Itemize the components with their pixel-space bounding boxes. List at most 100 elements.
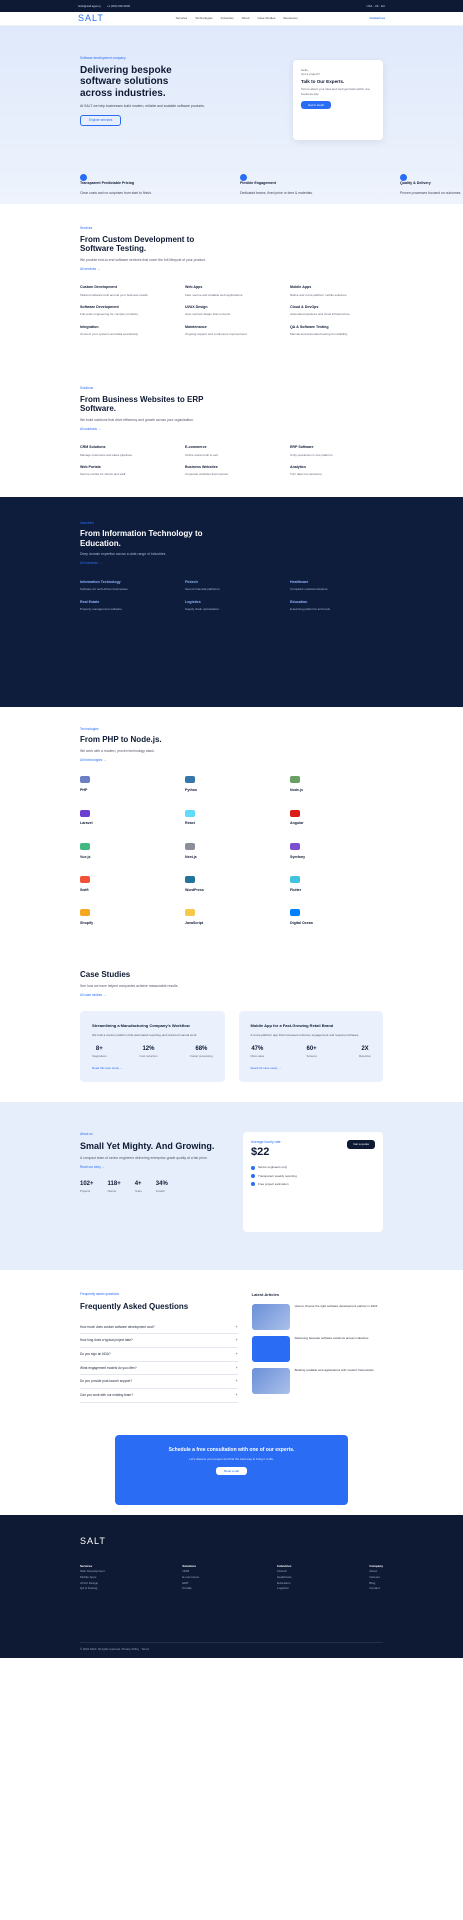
technology-item[interactable]: JavaScript xyxy=(185,908,278,928)
technology-item[interactable]: Digital Ocean xyxy=(290,908,383,928)
technology-item[interactable]: WordPress xyxy=(185,875,278,895)
solutions-item[interactable]: CRM Solutions Manage customers and sales … xyxy=(80,445,173,457)
get-quote-button[interactable]: Get a quote xyxy=(347,1140,375,1149)
services-item-text: Automated pipelines and cloud infrastruc… xyxy=(290,312,351,317)
solutions-item-title: Analytics xyxy=(290,465,306,469)
nav-link[interactable]: Resources xyxy=(283,16,297,20)
services-item[interactable]: Integration Connect your systems and data… xyxy=(80,325,173,337)
faq-item[interactable]: What engagement models do you offer? + xyxy=(80,1362,238,1376)
phone-link[interactable]: +1 (000) 000-0000 xyxy=(107,4,130,8)
article-item[interactable]: How to choose the right software develop… xyxy=(251,1304,383,1331)
stat-label: More sales xyxy=(250,1054,265,1059)
faq-item[interactable]: Can you work with our existing team? + xyxy=(80,1389,238,1403)
services-item[interactable]: Cloud & DevOps Automated pipelines and cl… xyxy=(290,305,383,317)
case-link[interactable]: Read full case study → xyxy=(251,1066,372,1070)
services-item[interactable]: Software Development Full-cycle engineeri… xyxy=(80,305,173,317)
cta-banner: Schedule a free consultation with one of… xyxy=(115,1434,348,1505)
solutions-item[interactable]: ERP Software Unify operations in one plat… xyxy=(290,445,383,457)
article-item[interactable]: Delivering bespoke software solutions ac… xyxy=(251,1336,383,1363)
technology-item[interactable]: Python xyxy=(185,776,278,795)
hero-text: At SALT we help businesses build modern,… xyxy=(80,104,205,109)
check-icon xyxy=(80,173,87,181)
faq-item[interactable]: How long does a typical project take? + xyxy=(80,1334,238,1348)
stat-label: Integrations xyxy=(92,1054,107,1059)
book-call-button[interactable]: Book a call xyxy=(216,1467,247,1476)
nav-link[interactable]: About xyxy=(242,16,250,20)
stat-value: 68% xyxy=(195,1046,208,1053)
industries-item[interactable]: Logistics Supply chain optimisation. xyxy=(185,600,278,612)
technology-item[interactable]: Symfony xyxy=(290,842,383,862)
footer-link[interactable]: Logistics xyxy=(277,1586,292,1592)
logo[interactable]: SALT xyxy=(78,12,104,25)
technology-item[interactable]: Flutter xyxy=(290,875,383,895)
industries-item[interactable]: Fintech Secure financial platforms. xyxy=(185,580,278,592)
technology-name: JavaScript xyxy=(185,920,204,925)
solutions-item[interactable]: E-commerce Online stores built to sell. xyxy=(185,445,278,457)
all-services-link[interactable]: All services → xyxy=(80,267,383,272)
case-card: Streamlining a Manufacturing Company's W… xyxy=(80,1011,225,1083)
services-item-title: QA & Software Testing xyxy=(290,324,329,329)
contact-button[interactable]: Contact us xyxy=(369,16,385,20)
industries-item[interactable]: Healthcare Compliant medical solutions. xyxy=(290,580,383,592)
technology-logo-icon xyxy=(290,908,300,916)
footer-link[interactable]: Healthcare xyxy=(277,1575,292,1581)
all-industries-link[interactable]: All industries → xyxy=(80,561,383,566)
faq-item[interactable]: How much does custom software developmen… xyxy=(80,1321,238,1335)
plus-icon: + xyxy=(235,1338,238,1343)
technology-item[interactable]: Node.js xyxy=(290,776,383,795)
nav-link[interactable]: Case Studies xyxy=(258,16,276,20)
hero-feature: Flexible Engagement Dedicated teams, fixe… xyxy=(240,173,390,196)
about-stat: 4+ Years xyxy=(135,1180,142,1193)
stat-value: 4+ xyxy=(134,1181,142,1188)
faq-item[interactable]: Do you sign an NDA? + xyxy=(80,1348,238,1362)
rate-item-text: Free project estimation xyxy=(258,1182,289,1187)
cta-text: Let's discuss your project and find the … xyxy=(189,1456,274,1461)
case-stats: 8+ Integrations 12% Cost reduction 68% Faster… xyxy=(92,1045,213,1058)
article-item[interactable]: Building scalable web applications with … xyxy=(251,1368,383,1395)
stat-value: 34% xyxy=(155,1181,168,1188)
all-technologies-link[interactable]: All technologies → xyxy=(80,758,383,763)
services-item[interactable]: Custom Development Tailored software buil… xyxy=(80,285,173,297)
nav-link[interactable]: Services xyxy=(176,16,188,20)
technology-item[interactable]: Next.js xyxy=(185,842,278,862)
all-solutions-link[interactable]: All solutions → xyxy=(80,427,383,432)
nav-link[interactable]: Technologies xyxy=(195,16,213,20)
industries-eyebrow: Industries xyxy=(80,520,94,525)
explore-services-button[interactable]: Explore services xyxy=(80,115,122,126)
technology-item[interactable]: Laravel xyxy=(80,809,173,829)
footer-logo[interactable]: SALT xyxy=(80,1536,106,1546)
services-item[interactable]: Web Apps Fast, secure and scalable web ap… xyxy=(185,285,278,297)
technology-item[interactable]: Swift xyxy=(80,875,173,895)
article-thumbnail xyxy=(251,1304,290,1331)
technology-item[interactable]: Vue.js xyxy=(80,842,173,862)
all-cases-link[interactable]: All case studies → xyxy=(80,993,383,998)
hero: Software development company Delivering … xyxy=(0,26,463,204)
industries-item[interactable]: Real Estate Property management software. xyxy=(80,600,173,612)
solutions-section: Solutions From Business Websites to ERP … xyxy=(0,356,463,497)
nav-link[interactable]: Industries xyxy=(221,16,234,20)
footer-column: Company About Careers Blog Contact xyxy=(369,1564,383,1592)
faq-item[interactable]: Do you provide post-launch support? + xyxy=(80,1375,238,1389)
main-nav: SALT Services Technologies Industries About… xyxy=(0,12,463,26)
services-item[interactable]: Mobile Apps Native and cross-platform mob… xyxy=(290,285,383,297)
technology-item[interactable]: React xyxy=(185,809,278,829)
services-item[interactable]: Maintenance Ongoing support and continuou… xyxy=(185,325,278,337)
footer-link[interactable]: Portals xyxy=(182,1586,199,1592)
industries-item[interactable]: Information Technology Software for tech-… xyxy=(80,580,173,592)
email-link[interactable]: hello@salt.agency xyxy=(78,4,101,8)
footer-link[interactable]: QA & Testing xyxy=(80,1586,105,1592)
services-item[interactable]: QA & Software Testing Manual and automate… xyxy=(290,325,383,337)
technology-item[interactable]: Shopify xyxy=(80,908,173,928)
stat-label: Retention xyxy=(359,1054,371,1059)
footer-link[interactable]: E-commerce xyxy=(182,1575,199,1581)
services-item[interactable]: UI/UX Design User-centred design that con… xyxy=(185,305,278,317)
technology-item[interactable]: Angular xyxy=(290,809,383,829)
get-in-touch-button[interactable]: Get in touch xyxy=(301,101,332,110)
industries-item[interactable]: Education E-learning platforms and tools. xyxy=(290,600,383,612)
footer-link[interactable]: Contact xyxy=(369,1586,383,1592)
technology-item[interactable]: PHP xyxy=(80,776,173,795)
solutions-item[interactable]: Web Portals Secure portals for clients an… xyxy=(80,465,173,477)
solutions-item[interactable]: Business Websites Corporate websites that… xyxy=(185,465,278,477)
solutions-item[interactable]: Analytics Turn data into decisions. xyxy=(290,465,383,477)
case-link[interactable]: Read full case study → xyxy=(92,1066,213,1070)
